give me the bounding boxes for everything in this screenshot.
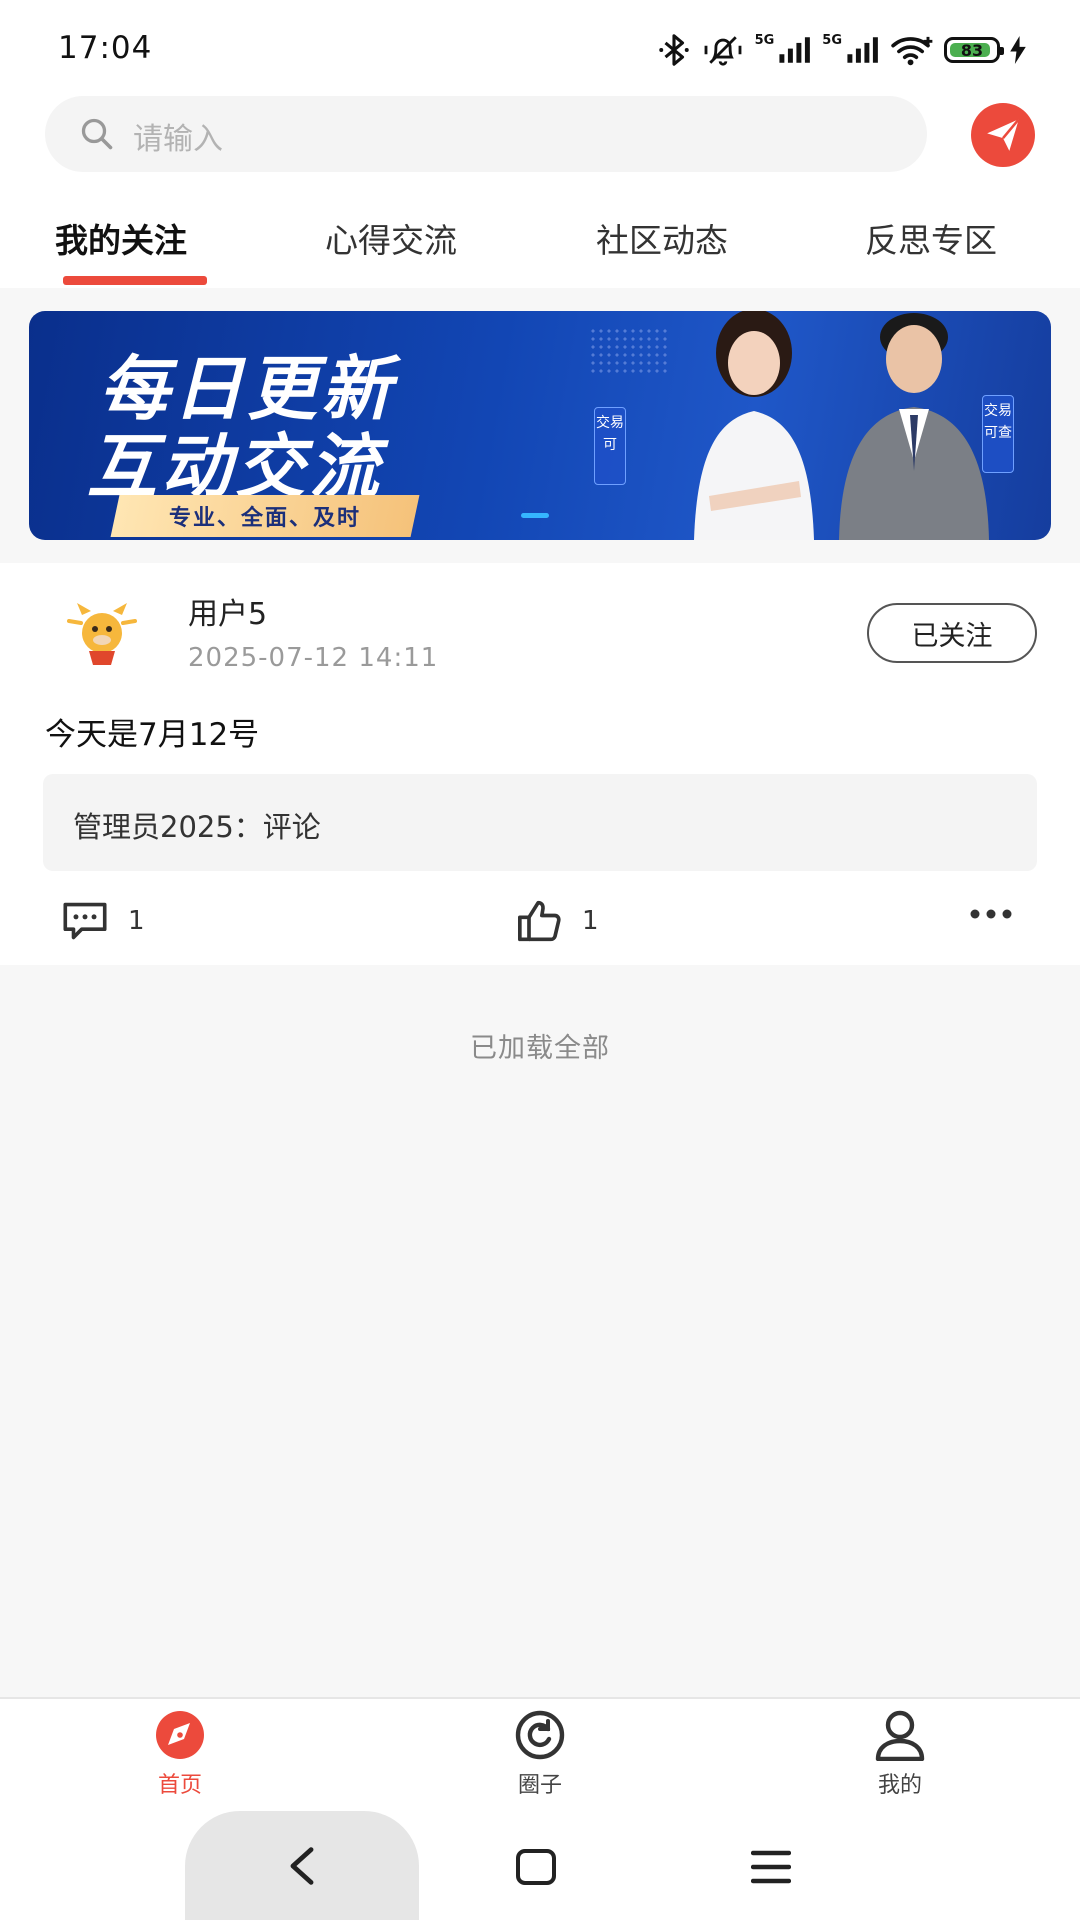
- comment-text: 管理员2025：评论: [73, 810, 321, 844]
- tab-reflection-zone[interactable]: 反思专区: [865, 214, 997, 262]
- more-icon[interactable]: [968, 907, 1014, 921]
- system-navigation-bar: [0, 1805, 1080, 1920]
- circle-refresh-icon: [515, 1710, 565, 1760]
- comment-button[interactable]: 1: [62, 893, 145, 949]
- charging-icon: [1010, 36, 1026, 64]
- back-button[interactable]: [185, 1811, 419, 1920]
- menu-icon[interactable]: [751, 1849, 791, 1885]
- like-count: 1: [582, 906, 599, 936]
- back-chevron-icon: [290, 1846, 314, 1885]
- thumbs-up-icon: [517, 900, 561, 942]
- home-button[interactable]: [516, 1849, 556, 1885]
- banner-tagline-text: 专业、全面、及时: [168, 506, 361, 531]
- post-card: 用户5 2025-07-12 14:11 已关注 今天是7月12号 管理员202…: [0, 563, 1080, 965]
- search-input[interactable]: 请输入: [45, 96, 927, 172]
- user-name[interactable]: 用户5: [188, 589, 267, 633]
- banner-badge-left: 交易可: [594, 407, 626, 485]
- post-content[interactable]: 今天是7月12号: [45, 709, 259, 754]
- nav-home-label: 首页: [157, 1773, 202, 1798]
- nav-mine-label: 我的: [877, 1773, 922, 1798]
- user-icon: [875, 1710, 925, 1761]
- mute-icon: [704, 36, 741, 66]
- search-icon: [81, 118, 113, 150]
- active-tab-indicator: [63, 276, 207, 285]
- category-tabs: 我的关注 心得交流 社区动态 反思专区: [0, 200, 1080, 288]
- status-time: 17:04: [58, 30, 153, 66]
- tab-experience-exchange[interactable]: 心得交流: [325, 214, 457, 262]
- bottom-navigation: 首页 圈子 我的: [0, 1697, 1080, 1805]
- nav-home[interactable]: 首页: [120, 1709, 240, 1799]
- network-type-label-2: 5G: [822, 33, 842, 48]
- bluetooth-icon: [658, 34, 689, 66]
- signal-icon-2: [847, 37, 878, 63]
- send-icon: [987, 118, 1020, 151]
- tab-my-follow[interactable]: 我的关注: [55, 214, 187, 262]
- nav-circle[interactable]: 圈子: [480, 1709, 600, 1799]
- search-placeholder: 请输入: [133, 122, 223, 157]
- battery-cap: [1000, 47, 1004, 55]
- status-icons: 5G 5G 83: [657, 32, 1026, 68]
- post-actions: 1 1: [0, 893, 1080, 953]
- banner-tagline: 专业、全面、及时: [110, 495, 420, 537]
- tab-community-news[interactable]: 社区动态: [596, 214, 728, 262]
- promo-banner[interactable]: 每日更新 互动交流 专业、全面、及时 交易可 交易可查: [29, 311, 1051, 540]
- nav-mine[interactable]: 我的: [840, 1709, 960, 1799]
- comment-icon: [63, 902, 107, 940]
- banner-badge-right: 交易可查: [982, 395, 1014, 473]
- comment-count: 1: [128, 906, 145, 936]
- signal-icon: [779, 37, 811, 63]
- battery-level: 83: [960, 40, 984, 60]
- banner-page-indicator: [521, 513, 549, 518]
- compass-icon: [156, 1711, 204, 1759]
- feed-end-text: 已加载全部: [470, 1033, 610, 1064]
- follow-button[interactable]: 已关注: [867, 603, 1037, 663]
- send-button[interactable]: [971, 103, 1035, 167]
- comment-preview[interactable]: 管理员2025：评论: [43, 774, 1037, 871]
- post-time: 2025-07-12 14:11: [188, 643, 439, 673]
- wifi-icon: [891, 36, 933, 66]
- battery-icon: 83: [944, 37, 1004, 63]
- nav-circle-label: 圈子: [517, 1773, 562, 1798]
- network-type-label: 5G: [754, 33, 775, 48]
- search-row: 请输入: [45, 96, 1035, 172]
- like-button[interactable]: 1: [516, 893, 599, 949]
- avatar[interactable]: [65, 593, 139, 667]
- status-bar: 17:04 5G 5G 83: [0, 0, 1080, 96]
